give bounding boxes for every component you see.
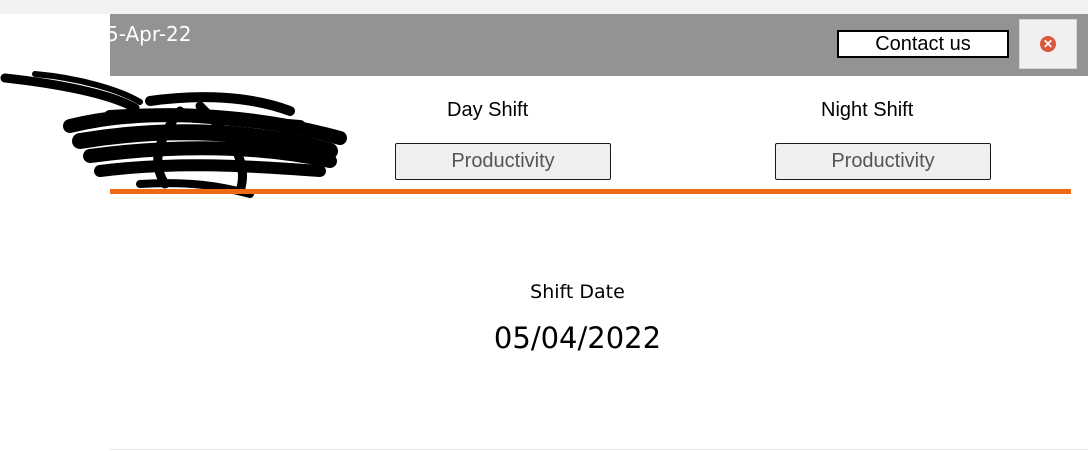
accent-divider <box>110 189 1071 194</box>
bottom-divider <box>110 449 1088 450</box>
top-strip <box>0 0 1088 14</box>
shift-date-value: 05/04/2022 <box>493 321 662 355</box>
redacted-logo <box>0 71 347 198</box>
close-button[interactable]: ✕ <box>1019 19 1077 69</box>
close-icon: ✕ <box>1040 36 1056 52</box>
header-date: 5-Apr-22 <box>106 22 192 46</box>
night-shift-label: Night Shift <box>821 99 914 121</box>
night-productivity-button[interactable]: Productivity <box>775 143 991 180</box>
contact-us-button[interactable]: Contact us <box>837 30 1009 58</box>
shift-date-label: Shift Date <box>530 281 625 303</box>
day-productivity-button[interactable]: Productivity <box>395 143 611 180</box>
day-shift-label: Day Shift <box>447 99 529 121</box>
